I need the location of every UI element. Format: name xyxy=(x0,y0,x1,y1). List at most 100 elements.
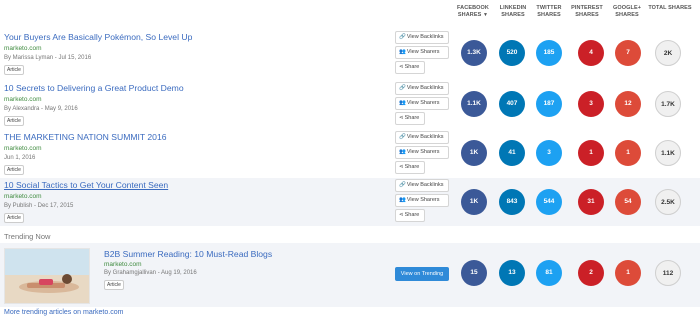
view-backlinks-button[interactable]: 🔗View Backlinks xyxy=(395,131,449,144)
article-title-link[interactable]: 10 Secrets to Delivering a Great Product… xyxy=(4,83,184,93)
more-trending-link[interactable]: More trending articles on marketo.com xyxy=(4,309,123,316)
trending-meta: By Grahamgjallivan - Aug 19, 2016 xyxy=(104,270,197,276)
twitter-shares-count: 185 xyxy=(536,40,562,66)
article-type-badge: Article xyxy=(4,116,24,126)
googleplus-shares-count: 1 xyxy=(615,140,641,166)
article-actions: 🔗View Backlinks 👥View Sharers ⋖Share xyxy=(395,131,450,176)
button-label: View Backlinks xyxy=(406,182,444,188)
googleplus-shares-count: 12 xyxy=(615,91,641,117)
facebook-shares-count: 1.3K xyxy=(461,40,487,66)
pinterest-shares-count: 31 xyxy=(578,189,604,215)
article-row: THE MARKETING NATION SUMMIT 2016 marketo… xyxy=(0,130,700,178)
trending-domain[interactable]: marketo.com xyxy=(104,261,142,268)
pinterest-shares-count: 2 xyxy=(578,260,604,286)
users-icon: 👥 xyxy=(399,197,406,203)
view-on-trending-button[interactable]: View on Trending xyxy=(395,267,449,281)
facebook-shares-count: 15 xyxy=(461,260,487,286)
share-button[interactable]: ⋖Share xyxy=(395,61,425,74)
button-label: Share xyxy=(404,164,420,170)
total-shares-count: 2K xyxy=(655,40,681,66)
button-label: View Sharers xyxy=(406,100,440,106)
view-backlinks-button[interactable]: 🔗View Backlinks xyxy=(395,179,449,192)
twitter-shares-count: 81 xyxy=(536,260,562,286)
article-title-link[interactable]: Your Buyers Are Basically Pokémon, So Le… xyxy=(4,32,192,42)
twitter-shares-count: 3 xyxy=(536,140,562,166)
article-meta: By Alexandra - May 9, 2016 xyxy=(4,106,78,112)
article-row: Your Buyers Are Basically Pokémon, So Le… xyxy=(0,30,700,78)
trending-thumbnail[interactable] xyxy=(4,248,90,304)
article-domain[interactable]: marketo.com xyxy=(4,45,42,52)
total-shares-count: 1.7K xyxy=(655,91,681,117)
facebook-shares-count: 1K xyxy=(461,140,487,166)
facebook-shares-count: 1.1K xyxy=(461,91,487,117)
view-sharers-button[interactable]: 👥View Sharers xyxy=(395,46,449,59)
button-label: View Backlinks xyxy=(406,34,444,40)
button-label: Share xyxy=(404,212,420,218)
view-backlinks-button[interactable]: 🔗View Backlinks xyxy=(395,82,449,95)
view-sharers-button[interactable]: 👥View Sharers xyxy=(395,146,449,159)
view-backlinks-button[interactable]: 🔗View Backlinks xyxy=(395,31,449,44)
column-headers: FACEBOOK SHARES ▼ LINKEDIN SHARES TWITTE… xyxy=(0,0,700,32)
article-domain[interactable]: marketo.com xyxy=(4,193,42,200)
article-type-badge: Article xyxy=(4,165,24,175)
pinterest-shares-count: 1 xyxy=(578,140,604,166)
googleplus-shares-count: 7 xyxy=(615,40,641,66)
total-shares-count: 1.1K xyxy=(655,140,681,166)
article-type-badge: Article xyxy=(4,65,24,75)
link-icon: 🔗 xyxy=(399,134,406,140)
trending-row: B2B Summer Reading: 10 Must-Read Blogs m… xyxy=(0,243,700,307)
button-label: View Backlinks xyxy=(406,85,444,91)
share-icon: ⋖ xyxy=(399,64,404,70)
view-sharers-button[interactable]: 👥View Sharers xyxy=(395,194,449,207)
total-shares-count: 112 xyxy=(655,260,681,286)
article-domain[interactable]: marketo.com xyxy=(4,145,42,152)
linkedin-shares-count: 13 xyxy=(499,260,525,286)
article-title-link[interactable]: THE MARKETING NATION SUMMIT 2016 xyxy=(4,132,167,142)
share-button[interactable]: ⋖Share xyxy=(395,209,425,222)
linkedin-shares-count: 407 xyxy=(499,91,525,117)
trending-heading: Trending Now xyxy=(4,232,51,241)
button-label: Share xyxy=(404,115,420,121)
article-actions: 🔗View Backlinks 👥View Sharers ⋖Share xyxy=(395,31,450,76)
article-row: 10 Social Tactics to Get Your Content Se… xyxy=(0,178,700,226)
share-icon: ⋖ xyxy=(399,212,404,218)
button-label: View Sharers xyxy=(406,49,440,55)
trending-title-link[interactable]: B2B Summer Reading: 10 Must-Read Blogs xyxy=(104,249,272,259)
button-label: View Backlinks xyxy=(406,134,444,140)
beach-photo-image xyxy=(5,249,89,303)
col-sublabel: SHARES xyxy=(615,12,639,18)
facebook-shares-count: 1K xyxy=(461,189,487,215)
button-label: View Sharers xyxy=(406,197,440,203)
article-meta: By Publish - Dec 17, 2015 xyxy=(4,203,74,209)
article-type-badge: Article xyxy=(104,280,124,290)
article-actions: 🔗View Backlinks 👥View Sharers ⋖Share xyxy=(395,82,450,127)
article-title-link[interactable]: 10 Social Tactics to Get Your Content Se… xyxy=(4,180,168,190)
article-meta: Jun 1, 2016 xyxy=(4,155,36,161)
twitter-shares-count: 544 xyxy=(536,189,562,215)
col-label: TOTAL SHARES xyxy=(648,5,692,11)
article-actions: 🔗View Backlinks 👥View Sharers ⋖Share xyxy=(395,179,450,224)
article-type-badge: Article xyxy=(4,213,24,223)
link-icon: 🔗 xyxy=(399,34,406,40)
googleplus-shares-count: 54 xyxy=(615,189,641,215)
button-label: Share xyxy=(404,64,420,70)
users-icon: 👥 xyxy=(399,100,406,106)
share-icon: ⋖ xyxy=(399,164,404,170)
googleplus-shares-count: 1 xyxy=(615,260,641,286)
share-button[interactable]: ⋖Share xyxy=(395,112,425,125)
users-icon: 👥 xyxy=(399,149,406,155)
col-total-shares[interactable]: TOTAL SHARES xyxy=(642,5,698,12)
article-row: 10 Secrets to Delivering a Great Product… xyxy=(0,81,700,129)
pinterest-shares-count: 4 xyxy=(578,40,604,66)
share-button[interactable]: ⋖Share xyxy=(395,161,425,174)
link-icon: 🔗 xyxy=(399,182,406,188)
article-meta: By Marissa Lyman - Jul 15, 2016 xyxy=(4,55,92,61)
link-icon: 🔗 xyxy=(399,85,406,91)
linkedin-shares-count: 41 xyxy=(499,140,525,166)
users-icon: 👥 xyxy=(399,49,406,55)
col-sublabel-text: SHARES xyxy=(457,12,482,18)
article-domain[interactable]: marketo.com xyxy=(4,96,42,103)
view-sharers-button[interactable]: 👥View Sharers xyxy=(395,97,449,110)
total-shares-count: 2.5K xyxy=(655,189,681,215)
linkedin-shares-count: 520 xyxy=(499,40,525,66)
